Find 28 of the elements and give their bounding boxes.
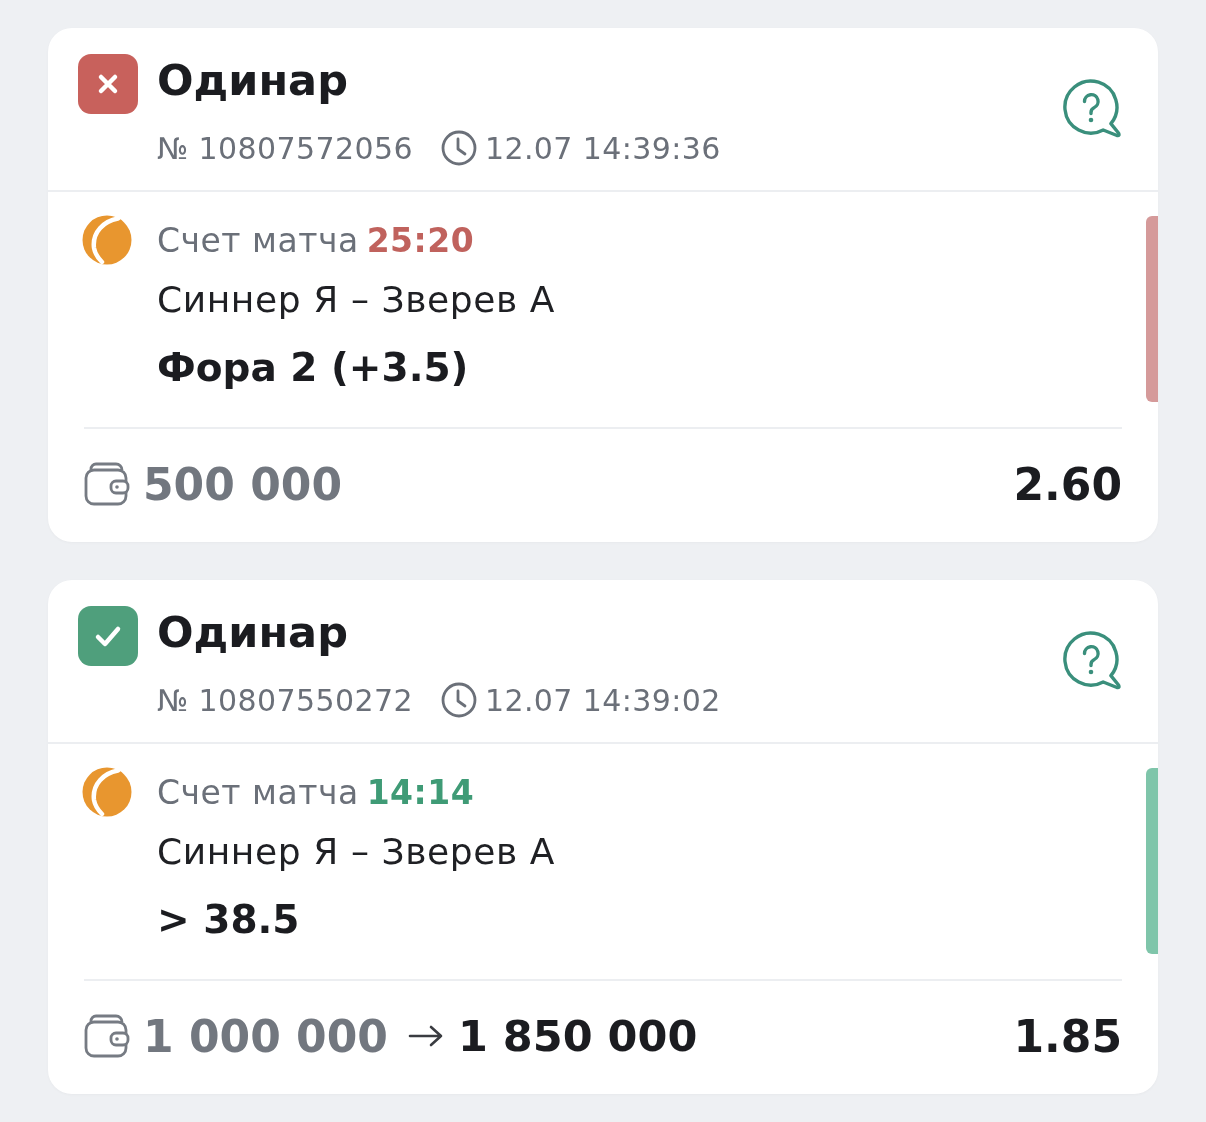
arrow-icon [407, 1024, 444, 1048]
bet-type-title: Одинар [157, 606, 349, 658]
match-score: 14:14 [366, 772, 475, 812]
match-teams: Синнер Я – Зверев А [157, 278, 557, 322]
bet-odds: 2.60 [1013, 458, 1122, 510]
match-teams: Синнер Я – Зверев А [157, 830, 557, 874]
score-label: Счет матча [157, 220, 359, 260]
tennis-ball-icon [82, 215, 132, 265]
bet-number: № 10807572056 [157, 130, 413, 166]
clock-icon [440, 130, 477, 166]
tennis-ball-icon [82, 767, 132, 817]
help-icon[interactable] [1062, 78, 1122, 138]
wallet-icon [84, 1013, 130, 1059]
clock-icon [440, 682, 477, 718]
wallet-icon [84, 461, 130, 507]
bet-market: > 38.5 [157, 896, 301, 944]
payout-amount: 1 850 000 [457, 1011, 698, 1061]
bet-number: № 10807550272 [157, 682, 413, 718]
match-score: 25:20 [366, 220, 475, 260]
stake-amount: 500 000 [143, 458, 342, 510]
score-label: Счет матча [157, 772, 359, 812]
bet-type-title: Одинар [157, 54, 349, 106]
bet-time: 12.07 14:39:02 [484, 682, 721, 718]
help-icon[interactable] [1062, 630, 1122, 690]
bet-time: 12.07 14:39:36 [484, 130, 721, 166]
bet-odds: 1.85 [1013, 1010, 1122, 1062]
stake-amount: 1 000 000 [143, 1010, 388, 1062]
bet-market: Фора 2 (+3.5) [157, 344, 470, 392]
